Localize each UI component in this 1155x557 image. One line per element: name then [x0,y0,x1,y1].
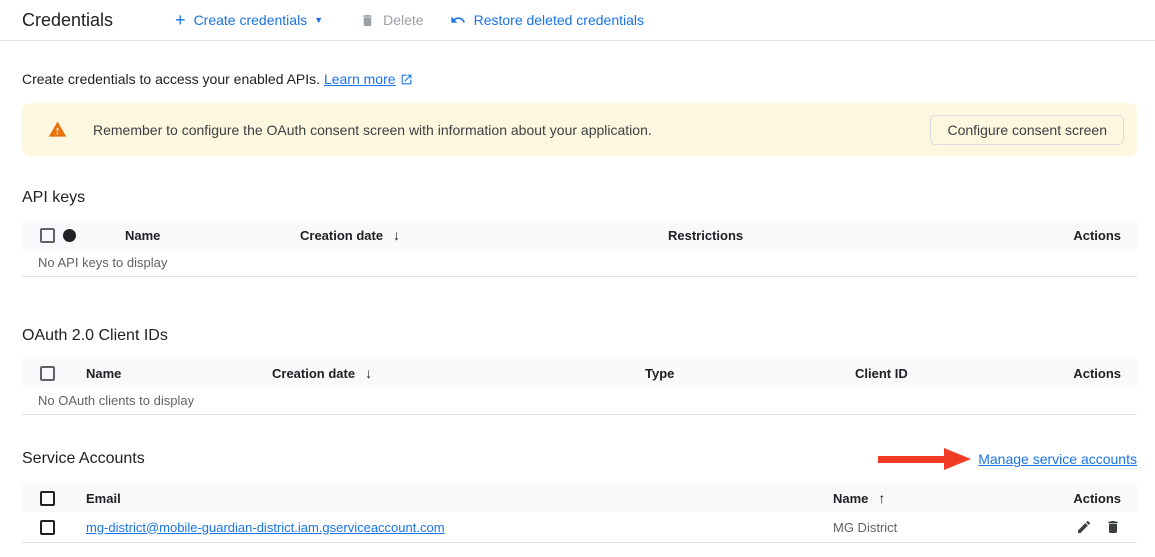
oauth-clients-empty-state: No OAuth clients to display [22,387,1137,415]
arrow-shaft [878,456,944,463]
credentials-toolbar: Credentials + Create credentials ▼ Delet… [0,0,1155,41]
sort-descending-icon: ↓ [393,227,400,243]
arrow-head-icon [944,448,971,470]
page-title: Credentials [22,10,113,31]
configure-consent-screen-button[interactable]: Configure consent screen [930,115,1124,145]
row-checkbox[interactable] [40,520,55,535]
api-keys-heading: API keys [22,189,1155,207]
table-row: mg-district@mobile-guardian-district.iam… [22,512,1137,543]
column-header-client-id[interactable]: Client ID [855,366,1073,381]
select-all-checkbox[interactable] [40,228,55,243]
external-link-icon [400,73,413,86]
trash-icon [360,13,375,28]
select-all-checkbox[interactable] [40,491,55,506]
oauth-table-header: Name Creation date↓ Type Client ID Actio… [22,359,1137,387]
create-credentials-label: Create credentials [194,12,308,28]
status-circle-icon [63,229,76,242]
warning-message: Remember to configure the OAuth consent … [93,122,652,138]
api-keys-table-header: Name Creation date↓ Restrictions Actions [22,221,1137,249]
delete-label: Delete [383,12,423,28]
service-account-email-link[interactable]: mg-district@mobile-guardian-district.iam… [86,520,445,535]
annotation-arrow [878,448,971,470]
service-accounts-header: Service Accounts Manage service accounts [22,448,1137,470]
undo-icon [450,12,466,28]
service-account-name: MG District [833,520,1076,535]
api-keys-table: Name Creation date↓ Restrictions Actions… [22,221,1137,277]
column-header-restrictions[interactable]: Restrictions [668,228,1073,243]
column-header-name[interactable]: Name [86,366,272,381]
column-header-email[interactable]: Email [86,491,833,506]
oauth-clients-table: Name Creation date↓ Type Client ID Actio… [22,359,1137,415]
intro-description: Create credentials to access your enable… [22,71,320,87]
column-header-name[interactable]: Name [125,228,300,243]
column-header-type[interactable]: Type [645,366,855,381]
service-accounts-table-header: Email Name↑ Actions [22,484,1137,512]
delete-icon[interactable] [1105,519,1121,535]
manage-service-accounts-link[interactable]: Manage service accounts [978,451,1137,467]
learn-more-link[interactable]: Learn more [324,71,413,87]
column-header-actions: Actions [1073,491,1121,506]
intro-text: Create credentials to access your enable… [22,71,1155,87]
sort-ascending-icon: ↑ [878,490,885,506]
oauth-clients-heading: OAuth 2.0 Client IDs [22,327,1155,345]
plus-icon: + [175,11,186,29]
select-all-checkbox[interactable] [40,366,55,381]
restore-deleted-credentials-button[interactable]: Restore deleted credentials [450,12,644,28]
column-header-actions: Actions [1073,366,1121,381]
delete-button[interactable]: Delete [360,12,423,28]
sort-descending-icon: ↓ [365,365,372,381]
column-header-creation-date[interactable]: Creation date↓ [300,227,668,243]
column-header-actions: Actions [1073,228,1121,243]
api-keys-empty-state: No API keys to display [22,249,1137,277]
column-header-creation-date[interactable]: Creation date↓ [272,365,645,381]
service-accounts-table: Email Name↑ Actions mg-district@mobile-g… [22,484,1137,543]
create-credentials-button[interactable]: + Create credentials ▼ [175,11,323,29]
restore-label: Restore deleted credentials [474,12,644,28]
warning-icon [48,120,67,139]
edit-icon[interactable] [1076,519,1092,535]
dropdown-caret-icon: ▼ [314,15,323,25]
column-header-name[interactable]: Name↑ [833,490,1073,506]
oauth-consent-warning-banner: Remember to configure the OAuth consent … [22,103,1137,156]
service-accounts-heading: Service Accounts [22,450,145,468]
